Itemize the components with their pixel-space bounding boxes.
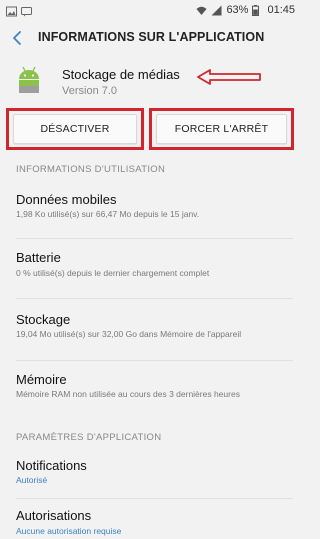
app-bar: INFORMATIONS SUR L'APPLICATION xyxy=(0,22,301,54)
list-item-subtitle: Autorisé xyxy=(16,475,48,485)
list-item-title: Mémoire xyxy=(16,372,67,387)
list-item-subtitle: 19,04 Mo utilisé(s) sur 32,00 Go dans Mé… xyxy=(16,329,242,339)
signal-icon xyxy=(211,5,222,16)
annotation-arrow-icon xyxy=(197,69,261,85)
app-name: Stockage de médias xyxy=(62,67,180,82)
battery-icon xyxy=(252,4,263,16)
list-item-subtitle: Aucune autorisation requise xyxy=(16,526,122,536)
list-item-memory[interactable]: Mémoire Mémoire RAM non utilisée au cour… xyxy=(0,366,301,414)
disable-button[interactable]: DÉSACTIVER xyxy=(13,114,137,144)
list-item-battery[interactable]: Batterie 0 % utilisé(s) depuis le dernie… xyxy=(0,244,301,292)
image-icon xyxy=(6,4,17,17)
divider xyxy=(16,360,293,361)
android-app-icon xyxy=(16,64,42,96)
divider xyxy=(16,298,293,299)
wifi-icon xyxy=(196,5,207,16)
list-item-mobile-data[interactable]: Données mobiles 1,98 Ko utilisé(s) sur 6… xyxy=(0,186,301,234)
message-icon xyxy=(21,4,32,17)
force-stop-button[interactable]: FORCER L'ARRÊT xyxy=(156,114,287,144)
divider xyxy=(16,498,293,499)
list-item-title: Stockage xyxy=(16,312,71,327)
list-item-title: Données mobiles xyxy=(16,192,117,207)
list-item-storage[interactable]: Stockage 19,04 Mo utilisé(s) sur 32,00 G… xyxy=(0,306,301,354)
list-item-subtitle: Mémoire RAM non utilisée au cours des 3 … xyxy=(16,389,240,399)
status-bar: 63% 01:45 xyxy=(0,0,301,22)
settings-section-label: PARAMÈTRES D'APPLICATION xyxy=(16,432,162,443)
list-item-title: Autorisations xyxy=(16,508,92,523)
list-item-permissions[interactable]: Autorisations Aucune autorisation requis… xyxy=(0,502,301,539)
list-item-title: Batterie xyxy=(16,250,61,265)
list-item-subtitle: 1,98 Ko utilisé(s) sur 66,47 Mo depuis l… xyxy=(16,209,200,219)
app-version: Version 7.0 xyxy=(62,85,118,97)
clock: 01:45 xyxy=(267,4,295,16)
battery-percent: 63% xyxy=(226,4,249,16)
divider xyxy=(16,238,293,239)
list-item-notifications[interactable]: Notifications Autorisé xyxy=(0,452,301,494)
list-item-subtitle: 0 % utilisé(s) depuis le dernier chargem… xyxy=(16,268,210,278)
back-arrow-icon[interactable] xyxy=(10,29,26,47)
list-item-title: Notifications xyxy=(16,458,87,473)
usage-section-label: INFORMATIONS D'UTILISATION xyxy=(16,164,166,175)
page-title: INFORMATIONS SUR L'APPLICATION xyxy=(38,30,265,44)
